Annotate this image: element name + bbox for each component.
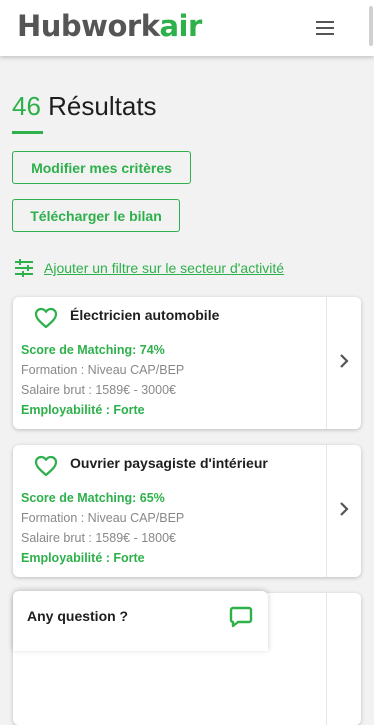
results-count: 46 [12,91,41,121]
job-title: Ouvrier paysagiste d'intérieur [70,455,268,471]
matching-score: Score de Matching: 74% [21,343,165,357]
salary-range: Salaire brut : 1589€ - 1800€ [21,531,176,545]
chat-question-label: Any question ? [27,608,129,624]
hamburger-menu-icon[interactable] [312,18,340,38]
heart-favorite-icon[interactable] [34,455,58,477]
heading-underline [12,131,43,134]
job-card[interactable]: Ouvrier paysagiste d'intérieur Score de … [13,445,361,577]
matching-score: Score de Matching: 65% [21,491,165,505]
scrollbar-thumb[interactable] [369,6,373,46]
chevron-right-icon [340,354,349,368]
heart-favorite-icon[interactable] [34,307,58,329]
salary-range: Salaire brut : 1589€ - 3000€ [21,383,176,397]
employability: Employabilité : Forte [21,551,145,565]
add-sector-filter-label[interactable]: Ajouter un filtre sur le secteur d'activ… [44,260,284,276]
chevron-right-icon [340,502,349,516]
add-sector-filter-link[interactable]: Ajouter un filtre sur le secteur d'activ… [14,256,284,280]
download-report-button[interactable]: Télécharger le bilan [12,199,180,232]
formation-level: Formation : Niveau CAP/BEP [21,363,185,377]
card-open-panel[interactable] [326,445,361,577]
results-heading: 46 Résultats [12,89,157,123]
job-title: Électricien automobile [70,307,220,323]
hubworkair-logo[interactable]: Hubworkair [17,6,202,46]
card-open-panel[interactable] [326,593,361,725]
employability: Employabilité : Forte [21,403,145,417]
app-header: Hubworkair [0,0,374,56]
job-card[interactable]: Électricien automobile Score de Matching… [13,297,361,429]
chat-widget[interactable]: Any question ? [13,591,268,651]
results-label: Résultats [48,91,157,121]
modify-criteria-button[interactable]: Modifier mes critères [12,151,191,184]
card-open-panel[interactable] [326,297,361,429]
sliders-icon [15,259,33,277]
chat-bubble-icon[interactable] [229,605,253,629]
formation-level: Formation : Niveau CAP/BEP [21,511,185,525]
